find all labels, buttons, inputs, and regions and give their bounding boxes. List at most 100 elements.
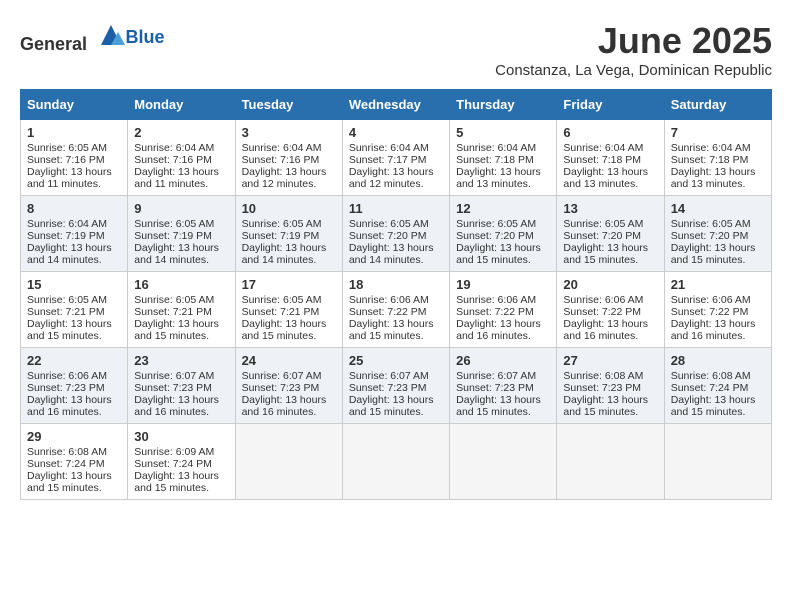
day-number: 25 (349, 353, 443, 368)
header-sunday: Sunday (21, 90, 128, 120)
sunset-text: Sunset: 7:18 PM (671, 154, 749, 166)
table-row: 3Sunrise: 6:04 AMSunset: 7:16 PMDaylight… (235, 120, 342, 196)
sunset-text: Sunset: 7:23 PM (134, 382, 212, 394)
sunset-text: Sunset: 7:19 PM (134, 230, 212, 242)
daylight-text: Daylight: 13 hours and 13 minutes. (563, 166, 648, 190)
day-number: 15 (27, 277, 121, 292)
header-friday: Friday (557, 90, 664, 120)
daylight-text: Daylight: 13 hours and 13 minutes. (456, 166, 541, 190)
logo-general: General (20, 34, 87, 54)
sunset-text: Sunset: 7:16 PM (242, 154, 320, 166)
sunset-text: Sunset: 7:18 PM (563, 154, 641, 166)
day-number: 28 (671, 353, 765, 368)
table-row: 16 Sunrise: 6:05 AMSunset: 7:21 PMDayligh… (128, 272, 235, 348)
sunrise-text: Sunrise: 6:05 AM (134, 294, 214, 306)
sunset-text: Sunset: 7:22 PM (349, 306, 427, 318)
daylight-text: Daylight: 13 hours and 14 minutes. (349, 242, 434, 266)
sunset-text: Sunset: 7:21 PM (242, 306, 320, 318)
sunset-text: Sunset: 7:24 PM (671, 382, 749, 394)
table-row: 22Sunrise: 6:06 AMSunset: 7:23 PMDayligh… (21, 348, 128, 424)
table-row: 4Sunrise: 6:04 AMSunset: 7:17 PMDaylight… (342, 120, 449, 196)
sunrise-text: Sunrise: 6:07 AM (456, 370, 536, 382)
title-area: June 2025 Constanza, La Vega, Dominican … (495, 20, 772, 79)
daylight-text: Daylight: 13 hours and 16 minutes. (27, 394, 112, 418)
day-number: 6 (563, 125, 657, 140)
daylight-text: Daylight: 13 hours and 11 minutes. (27, 166, 112, 190)
daylight-text: Daylight: 13 hours and 15 minutes. (349, 394, 434, 418)
day-number: 16 (134, 277, 228, 292)
sunset-text: Sunset: 7:23 PM (27, 382, 105, 394)
daylight-text: Daylight: 13 hours and 14 minutes. (134, 242, 219, 266)
day-number: 17 (242, 277, 336, 292)
week-row-1: 1Sunrise: 6:05 AMSunset: 7:16 PMDaylight… (21, 120, 772, 196)
sunset-text: Sunset: 7:24 PM (27, 458, 105, 470)
daylight-text: Daylight: 13 hours and 15 minutes. (456, 394, 541, 418)
table-row (557, 424, 664, 500)
table-row: 21Sunrise: 6:06 AMSunset: 7:22 PMDayligh… (664, 272, 771, 348)
table-row: 14Sunrise: 6:05 AMSunset: 7:20 PMDayligh… (664, 196, 771, 272)
sunrise-text: Sunrise: 6:04 AM (349, 142, 429, 154)
week-row-4: 22Sunrise: 6:06 AMSunset: 7:23 PMDayligh… (21, 348, 772, 424)
day-number: 2 (134, 125, 228, 140)
table-row: 30Sunrise: 6:09 AMSunset: 7:24 PMDayligh… (128, 424, 235, 500)
sunrise-text: Sunrise: 6:08 AM (563, 370, 643, 382)
table-row: 27Sunrise: 6:08 AMSunset: 7:23 PMDayligh… (557, 348, 664, 424)
calendar-table: Sunday Monday Tuesday Wednesday Thursday… (20, 89, 772, 500)
daylight-text: Daylight: 13 hours and 16 minutes. (456, 318, 541, 342)
table-row: 25Sunrise: 6:07 AMSunset: 7:23 PMDayligh… (342, 348, 449, 424)
table-row: 20Sunrise: 6:06 AMSunset: 7:22 PMDayligh… (557, 272, 664, 348)
table-row: 6Sunrise: 6:04 AMSunset: 7:18 PMDaylight… (557, 120, 664, 196)
sunrise-text: Sunrise: 6:07 AM (134, 370, 214, 382)
header-thursday: Thursday (450, 90, 557, 120)
sunrise-text: Sunrise: 6:08 AM (27, 446, 107, 458)
sunset-text: Sunset: 7:21 PM (134, 306, 212, 318)
day-number: 10 (242, 201, 336, 216)
calendar-subtitle: Constanza, La Vega, Dominican Republic (495, 62, 772, 79)
week-row-5: 29Sunrise: 6:08 AMSunset: 7:24 PMDayligh… (21, 424, 772, 500)
sunset-text: Sunset: 7:23 PM (242, 382, 320, 394)
table-row: 12Sunrise: 6:05 AMSunset: 7:20 PMDayligh… (450, 196, 557, 272)
sunrise-text: Sunrise: 6:04 AM (671, 142, 751, 154)
sunset-text: Sunset: 7:17 PM (349, 154, 427, 166)
sunset-text: Sunset: 7:20 PM (349, 230, 427, 242)
table-row: 13Sunrise: 6:05 AMSunset: 7:20 PMDayligh… (557, 196, 664, 272)
day-number: 3 (242, 125, 336, 140)
day-number: 12 (456, 201, 550, 216)
daylight-text: Daylight: 13 hours and 14 minutes. (242, 242, 327, 266)
sunset-text: Sunset: 7:22 PM (456, 306, 534, 318)
day-number: 29 (27, 429, 121, 444)
table-row: 9Sunrise: 6:05 AMSunset: 7:19 PMDaylight… (128, 196, 235, 272)
table-row: 11 Sunrise: 6:05 AMSunset: 7:20 PMDayligh… (342, 196, 449, 272)
header-saturday: Saturday (664, 90, 771, 120)
sunrise-text: Sunrise: 6:05 AM (242, 294, 322, 306)
day-number: 20 (563, 277, 657, 292)
sunset-text: Sunset: 7:23 PM (349, 382, 427, 394)
week-row-2: 8Sunrise: 6:04 AMSunset: 7:19 PMDaylight… (21, 196, 772, 272)
sunrise-text: Sunrise: 6:05 AM (349, 218, 429, 230)
day-number: 19 (456, 277, 550, 292)
daylight-text: Daylight: 13 hours and 15 minutes. (134, 318, 219, 342)
day-number: 18 (349, 277, 443, 292)
day-number: 11 (349, 201, 443, 216)
daylight-text: Daylight: 13 hours and 15 minutes. (671, 394, 756, 418)
daylight-text: Daylight: 13 hours and 16 minutes. (134, 394, 219, 418)
sunrise-text: Sunrise: 6:05 AM (134, 218, 214, 230)
sunrise-text: Sunrise: 6:05 AM (456, 218, 536, 230)
table-row: 17Sunrise: 6:05 AMSunset: 7:21 PMDayligh… (235, 272, 342, 348)
daylight-text: Daylight: 13 hours and 15 minutes. (671, 242, 756, 266)
sunrise-text: Sunrise: 6:06 AM (563, 294, 643, 306)
daylight-text: Daylight: 13 hours and 12 minutes. (242, 166, 327, 190)
sunrise-text: Sunrise: 6:04 AM (456, 142, 536, 154)
sunrise-text: Sunrise: 6:09 AM (134, 446, 214, 458)
daylight-text: Daylight: 13 hours and 16 minutes. (563, 318, 648, 342)
daylight-text: Daylight: 13 hours and 12 minutes. (349, 166, 434, 190)
daylight-text: Daylight: 13 hours and 16 minutes. (671, 318, 756, 342)
day-number: 26 (456, 353, 550, 368)
sunrise-text: Sunrise: 6:08 AM (671, 370, 751, 382)
sunset-text: Sunset: 7:20 PM (456, 230, 534, 242)
table-row: 18Sunrise: 6:06 AMSunset: 7:22 PMDayligh… (342, 272, 449, 348)
sunset-text: Sunset: 7:18 PM (456, 154, 534, 166)
table-row: 23Sunrise: 6:07 AMSunset: 7:23 PMDayligh… (128, 348, 235, 424)
sunset-text: Sunset: 7:24 PM (134, 458, 212, 470)
sunrise-text: Sunrise: 6:04 AM (27, 218, 107, 230)
